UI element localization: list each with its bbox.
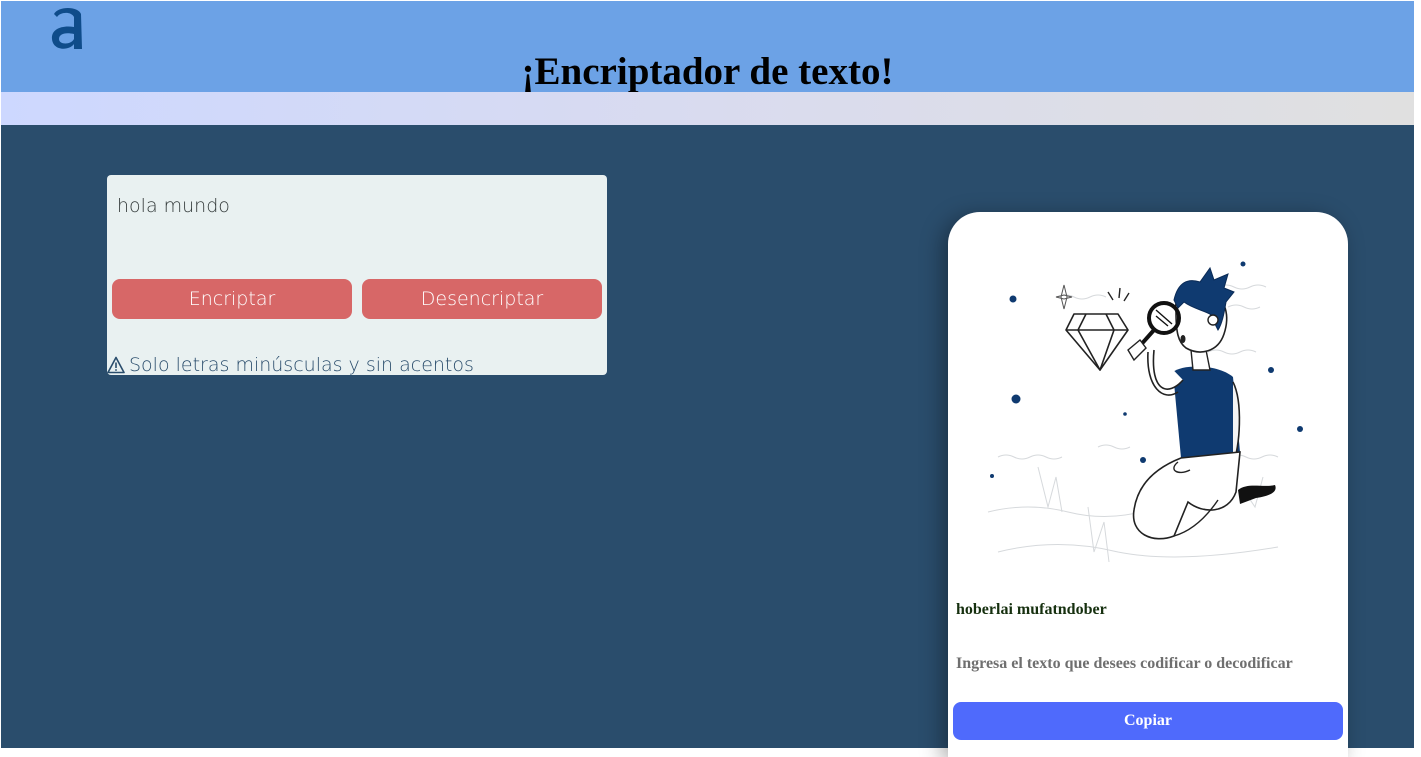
header-gradient-bar [1,92,1414,125]
header: ¡Encriptador de texto! [1,1,1414,93]
encrypt-button[interactable]: Encriptar [112,279,352,319]
text-input[interactable] [107,175,607,245]
warning-icon [107,356,125,374]
person-with-magnifying-glass-illustration [987,261,1303,563]
copy-button[interactable]: Copiar [953,702,1343,740]
output-hint-text: Ingresa el texto que desees codificar o … [956,655,1293,672]
output-card: hoberlai mufatndober Ingresa el texto qu… [948,212,1348,757]
page-title: ¡Encriptador de texto! [521,50,894,93]
output-result-text: hoberlai mufatndober [956,601,1107,618]
input-panel: Encriptar Desencriptar Solo letras minús… [107,175,607,377]
input-notice: Solo letras minúsculas y sin acentos [107,353,474,377]
alura-logo-icon[interactable] [47,3,87,51]
decrypt-button[interactable]: Desencriptar [362,279,602,319]
notice-text: Solo letras minúsculas y sin acentos [129,354,474,376]
